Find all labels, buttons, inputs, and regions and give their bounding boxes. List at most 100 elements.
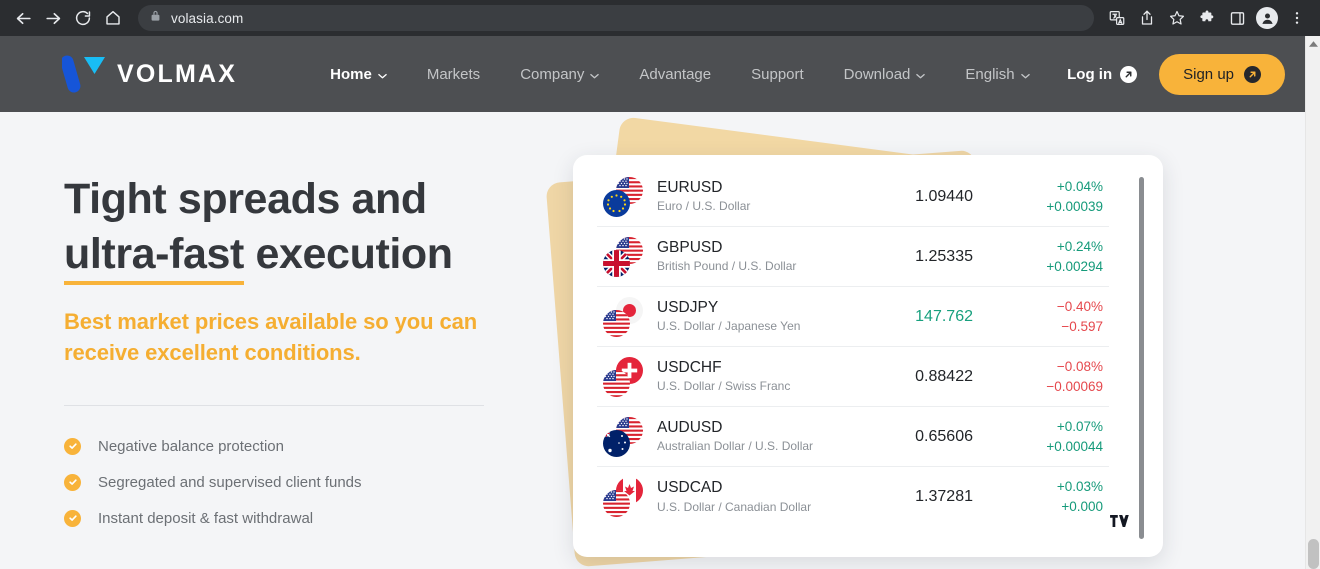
share-button[interactable] (1132, 3, 1162, 33)
profile-avatar-icon (1256, 7, 1278, 29)
home-button[interactable] (98, 3, 128, 33)
page-content: VOLMAX Home Markets Company Advantage Su… (0, 36, 1305, 569)
side-panel-button[interactable] (1222, 3, 1252, 33)
back-arrow-icon (16, 12, 31, 24)
table-row[interactable]: EURUSD Euro / U.S. Dollar 1.09440 +0.04%… (597, 167, 1109, 227)
back-button[interactable] (8, 3, 38, 33)
symbol-description: U.S. Dollar / Canadian Dollar (657, 499, 812, 514)
nav-label: Support (751, 65, 804, 83)
browser-menu-button[interactable] (1282, 3, 1312, 33)
translate-button[interactable] (1102, 3, 1132, 33)
site-logo[interactable]: VOLMAX (60, 53, 238, 95)
side-panel-icon (1230, 11, 1244, 25)
main-navigation: Home Markets Company Advantage Support D… (310, 66, 1049, 83)
symbol-description: British Pound / U.S. Dollar (657, 259, 797, 274)
arrow-up-right-icon (1244, 65, 1261, 83)
hero-title-line2-rest: execution (243, 230, 454, 279)
login-button[interactable]: Log in (1067, 65, 1138, 83)
currency-pair-flags (603, 236, 643, 277)
change-block: −0.40% −0.597 (1017, 297, 1103, 337)
table-row[interactable]: USDJPY U.S. Dollar / Japanese Yen 147.76… (597, 287, 1109, 347)
symbol-description: Australian Dollar / U.S. Dollar (657, 439, 814, 454)
price-value: 1.25335 (915, 247, 973, 265)
us-flag-icon (603, 369, 630, 397)
scrollbar-thumb[interactable] (1308, 539, 1319, 569)
feature-item: Segregated and supervised client funds (64, 473, 560, 491)
table-row[interactable]: GBPUSD British Pound / U.S. Dollar 1.253… (597, 227, 1109, 287)
signup-button[interactable]: Sign up (1159, 53, 1285, 95)
price-value: 1.37281 (915, 488, 973, 505)
change-absolute: +0.000 (1061, 499, 1103, 514)
scroll-up-arrow-icon[interactable] (1306, 36, 1320, 52)
feature-label: Segregated and supervised client funds (98, 473, 362, 491)
address-bar[interactable]: volasia.com (138, 5, 1094, 31)
hero-section: Tight spreads and ultra-fast execution B… (0, 112, 560, 546)
nav-label: Markets (426, 65, 481, 83)
nav-item-advantage[interactable]: Advantage (619, 66, 731, 83)
quotes-scrollbar[interactable] (1139, 177, 1145, 539)
feature-list: Negative balance protection Segregated a… (64, 437, 560, 527)
tradingview-logo-icon[interactable] (1104, 509, 1135, 533)
change-block: +0.03% +0.000 (1017, 477, 1103, 517)
chevron-down-icon (378, 66, 387, 83)
login-label: Log in (1067, 65, 1113, 83)
bookmark-button[interactable] (1162, 3, 1192, 33)
symbol-description: U.S. Dollar / Japanese Yen (657, 319, 801, 334)
feature-label: Instant deposit & fast withdrawal (98, 509, 314, 527)
change-percent: +0.07% (1056, 418, 1103, 434)
url-text: volasia.com (171, 10, 244, 26)
nav-label: Home (330, 65, 372, 83)
reload-icon (75, 10, 91, 26)
quotes-widget: EURUSD Euro / U.S. Dollar 1.09440 +0.04%… (573, 155, 1163, 557)
currency-pair-flags (603, 477, 643, 517)
feature-item: Negative balance protection (64, 437, 560, 455)
change-percent: −0.08% (1056, 358, 1103, 374)
logo-text: VOLMAX (117, 59, 238, 88)
currency-pair-flags (603, 416, 643, 457)
extensions-button[interactable] (1192, 3, 1222, 33)
price-value: 0.65606 (915, 427, 973, 445)
page-scrollbar[interactable] (1305, 36, 1320, 569)
nav-item-home[interactable]: Home (310, 66, 407, 83)
site-header: VOLMAX Home Markets Company Advantage Su… (0, 36, 1305, 112)
browser-toolbar: volasia.com (0, 0, 1320, 36)
currency-pair-flags (603, 296, 643, 337)
symbol-block: USDCAD U.S. Dollar / Canadian Dollar (657, 478, 867, 516)
quotes-scrollbar-thumb[interactable] (1139, 177, 1144, 539)
price-value: 0.88422 (915, 367, 973, 385)
eu-flag-icon (603, 189, 630, 217)
feature-item: Instant deposit & fast withdrawal (64, 509, 560, 527)
reload-button[interactable] (68, 3, 98, 33)
profile-button[interactable] (1252, 3, 1282, 33)
price-value: 147.762 (915, 307, 973, 325)
puzzle-icon (1200, 10, 1214, 22)
arrow-up-right-icon (1120, 65, 1138, 83)
check-circle-icon (64, 473, 81, 491)
table-row[interactable]: AUDUSD Australian Dollar / U.S. Dollar 0… (597, 407, 1109, 467)
table-row[interactable]: USDCHF U.S. Dollar / Swiss Franc 0.88422… (597, 347, 1109, 407)
hero-title-line1: Tight spreads and (64, 175, 427, 223)
quotes-list: EURUSD Euro / U.S. Dollar 1.09440 +0.04%… (573, 155, 1133, 557)
forward-arrow-icon (45, 12, 60, 24)
change-absolute: −0.597 (1061, 318, 1103, 334)
symbol-name: USDCHF (657, 358, 722, 376)
nav-item-language[interactable]: English (945, 66, 1049, 83)
volmax-logo-icon (60, 53, 108, 95)
nav-item-markets[interactable]: Markets (407, 66, 500, 83)
nav-item-support[interactable]: Support (731, 66, 824, 83)
change-block: +0.24% +0.00294 (1017, 237, 1103, 277)
lock-icon (150, 9, 161, 27)
star-icon (1169, 10, 1185, 25)
symbol-name: AUDUSD (657, 418, 723, 436)
change-percent: +0.04% (1056, 178, 1103, 194)
nav-label: English (965, 65, 1015, 83)
change-block: −0.08% −0.00069 (1017, 357, 1103, 397)
change-percent: −0.40% (1056, 298, 1103, 314)
table-row[interactable]: USDCAD U.S. Dollar / Canadian Dollar 1.3… (597, 467, 1109, 527)
nav-item-company[interactable]: Company (500, 66, 619, 83)
price-value: 1.09440 (915, 187, 973, 205)
nav-item-download[interactable]: Download (824, 66, 946, 83)
symbol-name: GBPUSD (657, 238, 723, 256)
change-block: +0.04% +0.00039 (1017, 177, 1103, 217)
forward-button[interactable] (38, 3, 68, 33)
